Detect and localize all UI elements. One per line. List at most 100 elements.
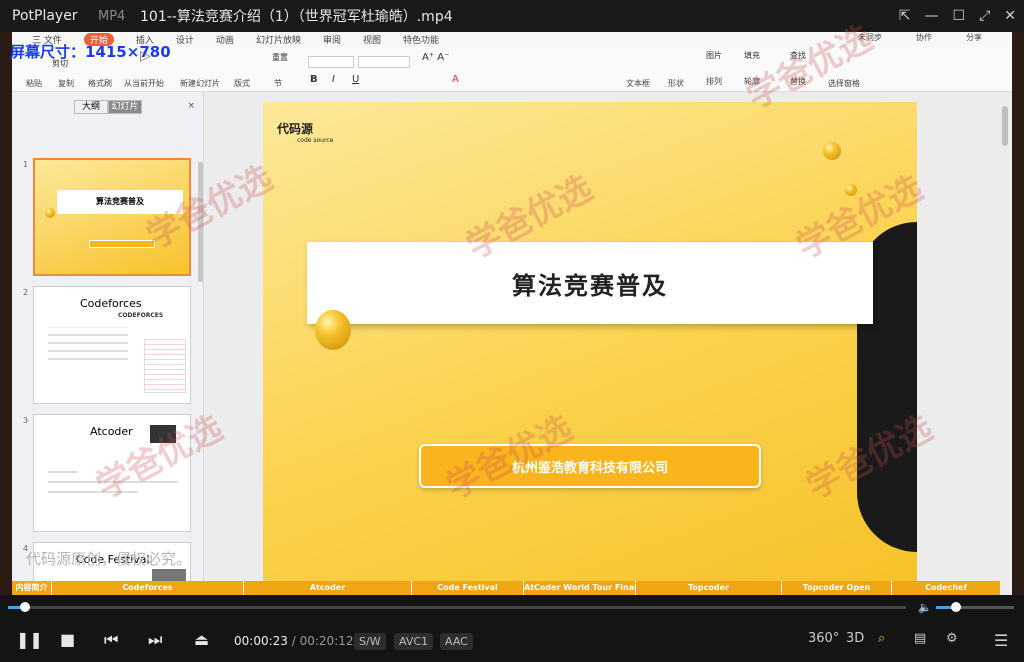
seek-track[interactable] [8,606,906,609]
slide-thumb-3[interactable]: Atcoder [33,414,191,532]
next-icon[interactable]: ⏭ [148,630,162,650]
chapter-item[interactable]: Codechef [892,581,1000,595]
total-duration: 00:20:12 [299,634,354,648]
play-from-current-button[interactable]: 从当前开始 [124,78,164,89]
format-painter-button[interactable]: 格式刷 [88,78,112,89]
outline-button[interactable]: 轮廓 [744,76,760,87]
picture-button[interactable]: 图片 [706,50,722,61]
current-time: 00:00:23 [234,634,288,648]
font-size-select[interactable] [358,56,410,68]
font-color-icon[interactable]: A [452,74,459,85]
player-titlebar: PotPlayer MP4 101--算法竞赛介绍（1）（世界冠军杜瑜皓）.mp… [0,0,1024,32]
new-slide-button[interactable]: 新建幻灯片 [180,78,220,89]
tab-design[interactable]: 设计 [176,33,194,46]
tab-slides[interactable]: 幻灯片 [108,100,142,114]
find-button[interactable]: 查找 [790,50,806,61]
maximize-icon[interactable]: ☐ [953,8,966,24]
textbox-button[interactable]: 文本框 [626,78,650,89]
video-border-left [0,32,12,595]
tab-features[interactable]: 特色功能 [403,33,439,46]
fullscreen-icon[interactable]: ⤢ [979,8,990,24]
previous-icon[interactable]: ⏮ [104,630,118,650]
chapter-item[interactable]: Topcoder [636,581,782,595]
time-display: 00:00:23 / 00:20:12 [234,634,354,648]
thumb-text-lines [48,327,128,383]
renderer-tag[interactable]: S/W [354,633,386,650]
panel-close-icon[interactable]: × [187,101,195,111]
media-format: MP4 [98,8,126,24]
playlist-icon[interactable]: ▤ [914,631,926,646]
menu-icon[interactable]: ☰ [994,631,1008,650]
underline-icon[interactable]: U [352,74,359,85]
tab-animation[interactable]: 动画 [216,33,234,46]
paste-button[interactable]: 粘贴 [26,78,42,89]
editor-scrollbar[interactable] [1002,106,1008,146]
chapter-item[interactable]: Codeforces [52,581,244,595]
video-frame[interactable]: 三 文件 开始 插入 设计 动画 幻灯片放映 审阅 视图 特色功能 未同步 协作… [12,32,1012,595]
thumb-title: 算法竞赛普及 [57,190,183,214]
chapter-item[interactable]: 内容简介 [12,581,52,595]
shape-button[interactable]: 形状 [668,78,684,89]
thumb-text-lines [48,463,178,501]
slide-thumb-1[interactable]: 算法竞赛普及 [33,158,191,276]
thumb-ball [45,208,55,218]
gold-ball-large [315,310,351,350]
slide-number: 2 [23,288,29,297]
settings-gear-icon[interactable]: ⚙ [946,631,958,646]
time-separator: / [291,634,296,648]
thumb-company-bar [89,240,155,248]
volume-handle[interactable] [950,602,961,612]
slide-number: 3 [23,416,29,425]
company-banner: 杭州鉴浩教育科技有限公司 [419,444,761,488]
reset-button[interactable]: 重置 [272,52,288,63]
search-icon[interactable]: ⌕ [878,631,885,646]
player-controls: ❚❚ ■ ⏮ ⏭ ⏏ 00:00:23 / 00:20:12 S/W AVC1 … [0,620,1024,662]
replace-button[interactable]: 替换 [790,76,806,87]
app-name[interactable]: PotPlayer [0,8,92,24]
volume-icon[interactable]: 🔈 [918,601,932,614]
gold-ball-tiny [845,184,857,196]
chapter-item[interactable]: Atcoder [244,581,412,595]
pin-icon[interactable]: ⇱ [899,8,911,24]
thumb-logo-image [150,425,176,443]
minimize-icon[interactable]: — [925,8,939,24]
3d-icon[interactable]: 3D [846,631,864,646]
layout-button[interactable]: 版式 [234,78,250,89]
chapter-item[interactable]: Topcoder Open [782,581,892,595]
bold-icon[interactable]: B [310,74,318,85]
video-codec-tag[interactable]: AVC1 [394,633,434,650]
tab-view[interactable]: 视图 [363,33,381,46]
current-slide[interactable]: 代码源 code source 算法竞赛普及 杭州鉴浩教育科技有限公司 [263,102,917,582]
pause-icon[interactable]: ❚❚ [16,630,43,649]
thumb-title: Atcoder [90,425,133,438]
arrange-button[interactable]: 排列 [706,76,722,87]
close-icon[interactable]: ✕ [1004,8,1016,24]
chapter-item[interactable]: AtCoder World Tour Final [524,581,636,595]
tab-outline[interactable]: 大纲 [74,100,108,114]
eject-icon[interactable]: ⏏ [194,630,209,649]
chapter-bar: 内容简介 Codeforces Atcoder Code Festival At… [12,581,1000,595]
copy-button[interactable]: 复制 [58,78,74,89]
fill-button[interactable]: 填充 [744,50,760,61]
section-button[interactable]: 节 [274,78,282,89]
slide-thumb-2[interactable]: Codeforces CODEFORCES [33,286,191,404]
font-grow-icon[interactable]: A⁺ A⁻ [422,52,449,63]
collab-button[interactable]: 协作 [916,32,932,43]
panel-scrollbar[interactable] [198,162,203,282]
slide-title: 算法竞赛普及 [307,242,873,324]
copyright-caption: 代码源原创，侵权必究。 [26,550,192,568]
chapter-item[interactable]: Code Festival [412,581,524,595]
tab-review[interactable]: 审阅 [323,33,341,46]
audio-codec-tag[interactable]: AAC [440,633,473,650]
selection-pane-button[interactable]: 选择窗格 [828,78,860,89]
italic-icon[interactable]: I [332,74,335,85]
sync-status[interactable]: 未同步 [858,32,882,43]
vr-360-icon[interactable]: 360° [808,631,839,646]
font-name-select[interactable] [308,56,354,68]
video-border-right [1012,32,1024,595]
tab-slideshow[interactable]: 幻灯片放映 [256,33,301,46]
stop-icon[interactable]: ■ [60,630,75,649]
share-button[interactable]: 分享 [966,32,982,43]
slides-panel: 大纲 幻灯片 × 1 算法竞赛普及 2 Codeforces CODEFORCE… [12,92,204,595]
seek-handle[interactable] [20,602,31,612]
